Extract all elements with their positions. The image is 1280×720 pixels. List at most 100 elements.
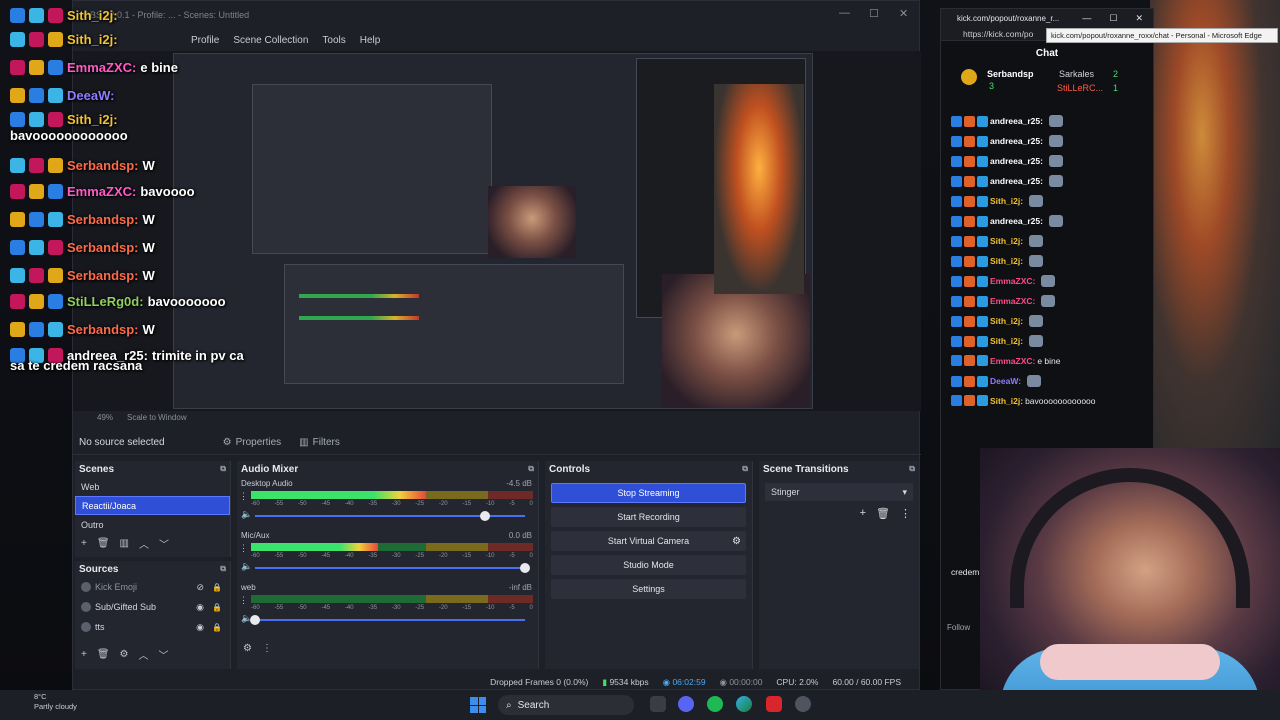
chat-username[interactable]: andreea_r25:	[990, 216, 1043, 226]
overlay-text: bavoooo	[140, 184, 195, 199]
trash-icon[interactable]: 🗑	[876, 507, 890, 520]
hidden-eye-icon[interactable]: ⊘	[196, 582, 204, 593]
chat-username[interactable]: Sith_i2j:	[990, 336, 1023, 346]
close-icon[interactable]: ✕	[1135, 13, 1143, 24]
gear-icon[interactable]: ⚙	[243, 643, 252, 654]
popout-icon[interactable]: ⧉	[909, 464, 915, 474]
badge-icon	[977, 175, 988, 187]
popout-icon[interactable]: ⧉	[528, 464, 534, 474]
lock-icon[interactable]: 🔒	[212, 623, 222, 632]
rec-time-value: 00:00:00	[729, 676, 763, 687]
meter-tick: -35	[368, 501, 378, 507]
kebab-menu-icon[interactable]: ⋮	[239, 491, 248, 502]
volume-slider[interactable]	[255, 511, 525, 521]
minimize-icon[interactable]: —	[1082, 13, 1091, 24]
badge-icon	[29, 8, 44, 23]
eye-icon[interactable]: ◉	[196, 602, 204, 613]
kebab-menu-icon[interactable]: ⋮	[239, 595, 248, 606]
discord-icon[interactable]	[678, 696, 694, 712]
add-icon[interactable]: +	[81, 538, 87, 549]
chat-username[interactable]: EmmaZXC:	[990, 296, 1035, 306]
spotify-icon[interactable]	[707, 696, 723, 712]
lock-icon[interactable]: 🔒	[212, 583, 222, 592]
volume-slider[interactable]	[250, 615, 525, 625]
menu-help[interactable]: Help	[360, 35, 381, 46]
chat-username[interactable]: Sith_i2j:	[990, 316, 1023, 326]
file-explorer-icon[interactable]	[650, 696, 666, 712]
chat-username[interactable]: andreea_r25:	[990, 136, 1043, 146]
filter-icon[interactable]: ▥	[120, 538, 129, 549]
source-item[interactable]: Kick Emoji ⊘ 🔒	[75, 577, 230, 597]
scale-mode[interactable]: Scale to Window	[127, 413, 187, 422]
search-icon: ⌕	[506, 699, 512, 711]
weather-widget[interactable]: 8°C Partly cloudy	[14, 692, 77, 712]
start-virtual-camera-button[interactable]: Start Virtual Camera ⚙	[551, 531, 746, 551]
controls-header: Controls ⧉	[545, 461, 752, 477]
gear-icon[interactable]: ⚙	[732, 536, 741, 547]
maximize-icon[interactable]: ☐	[869, 7, 879, 20]
controls-dock: Controls ⧉ Stop Streaming Start Recording…	[545, 461, 753, 669]
chevron-up-icon[interactable]: ︿	[139, 536, 149, 551]
transition-select[interactable]: Stinger ▾	[765, 483, 913, 501]
minimize-icon[interactable]: —	[839, 7, 850, 19]
volume-slider[interactable]	[255, 563, 530, 573]
scene-item[interactable]: Web	[75, 477, 230, 496]
chat-username[interactable]: EmmaZXC:	[990, 276, 1035, 286]
close-icon[interactable]: ✕	[899, 7, 908, 20]
popout-icon[interactable]: ⧉	[220, 564, 226, 574]
chat-username[interactable]: Sith_i2j:	[990, 236, 1023, 246]
filters-button[interactable]: ▥ Filters	[299, 437, 340, 448]
gear-icon[interactable]: ⚙	[120, 649, 129, 660]
chat-username[interactable]: EmmaZXC:	[990, 356, 1035, 366]
source-item[interactable]: tts ◉ 🔒	[75, 617, 230, 637]
stop-streaming-button[interactable]: Stop Streaming	[551, 483, 746, 503]
badge-icon	[951, 175, 962, 187]
kebab-menu-icon[interactable]: ⋮	[262, 643, 272, 654]
chat-username[interactable]: andreea_r25:	[990, 116, 1043, 126]
chat-username[interactable]: DeeaW:	[990, 376, 1021, 386]
chevron-up-icon[interactable]: ︿	[139, 647, 149, 662]
chat-username[interactable]: andreea_r25:	[990, 176, 1043, 186]
properties-button[interactable]: ⚙ Properties	[223, 437, 282, 448]
chat-text: bavoooooooooooo	[1025, 395, 1096, 406]
app-red-icon[interactable]	[766, 696, 782, 712]
source-item[interactable]: Sub/Gifted Sub ◉ 🔒	[75, 597, 230, 617]
eye-icon[interactable]: ◉	[196, 622, 204, 633]
edge-icon[interactable]	[736, 696, 752, 712]
popout-icon[interactable]: ⧉	[220, 464, 226, 474]
follow-label[interactable]: Follow	[947, 623, 970, 632]
chevron-down-icon[interactable]: ﹀	[159, 647, 169, 662]
badge-icon	[951, 115, 962, 127]
zoom-level[interactable]: 49%	[97, 413, 113, 422]
kebab-menu-icon[interactable]: ⋮	[900, 507, 911, 520]
volume-knob[interactable]	[250, 615, 260, 625]
maximize-icon[interactable]: ☐	[1109, 13, 1117, 24]
add-icon[interactable]: +	[81, 649, 87, 660]
obs-icon[interactable]	[795, 696, 811, 712]
taskbar-search[interactable]: ⌕ Search	[498, 695, 634, 715]
popout-icon[interactable]: ⧉	[742, 464, 748, 474]
lock-icon[interactable]: 🔒	[212, 603, 222, 612]
chat-username[interactable]: andreea_r25:	[990, 156, 1043, 166]
trash-icon[interactable]: 🗑	[97, 538, 110, 549]
edge-tab-title[interactable]: kick.com/popout/roxanne_r...	[957, 14, 1059, 23]
windows-start-icon[interactable]	[470, 697, 486, 713]
chat-username[interactable]: Sith_i2j:	[990, 196, 1023, 206]
scene-item-active[interactable]: Reactii/Joaca	[75, 496, 230, 515]
speaker-icon[interactable]: 🔈	[241, 509, 252, 520]
chevron-down-icon[interactable]: ﹀	[159, 536, 169, 551]
kebab-menu-icon[interactable]: ⋮	[239, 543, 248, 554]
volume-knob[interactable]	[479, 511, 490, 521]
studio-mode-button[interactable]: Studio Mode	[551, 555, 746, 575]
scene-item[interactable]: Outro	[75, 515, 230, 534]
chat-username[interactable]: Sith_i2j:	[990, 396, 1023, 406]
start-recording-button[interactable]: Start Recording	[551, 507, 746, 527]
overlay-username: Serbandsp:	[67, 158, 139, 173]
menu-tools[interactable]: Tools	[322, 35, 345, 46]
add-icon[interactable]: +	[860, 507, 866, 520]
settings-button[interactable]: Settings	[551, 579, 746, 599]
chat-username[interactable]: Sith_i2j:	[990, 256, 1023, 266]
trash-icon[interactable]: 🗑	[97, 649, 110, 660]
volume-knob[interactable]	[520, 563, 530, 573]
speaker-icon[interactable]: 🔈	[241, 561, 252, 572]
